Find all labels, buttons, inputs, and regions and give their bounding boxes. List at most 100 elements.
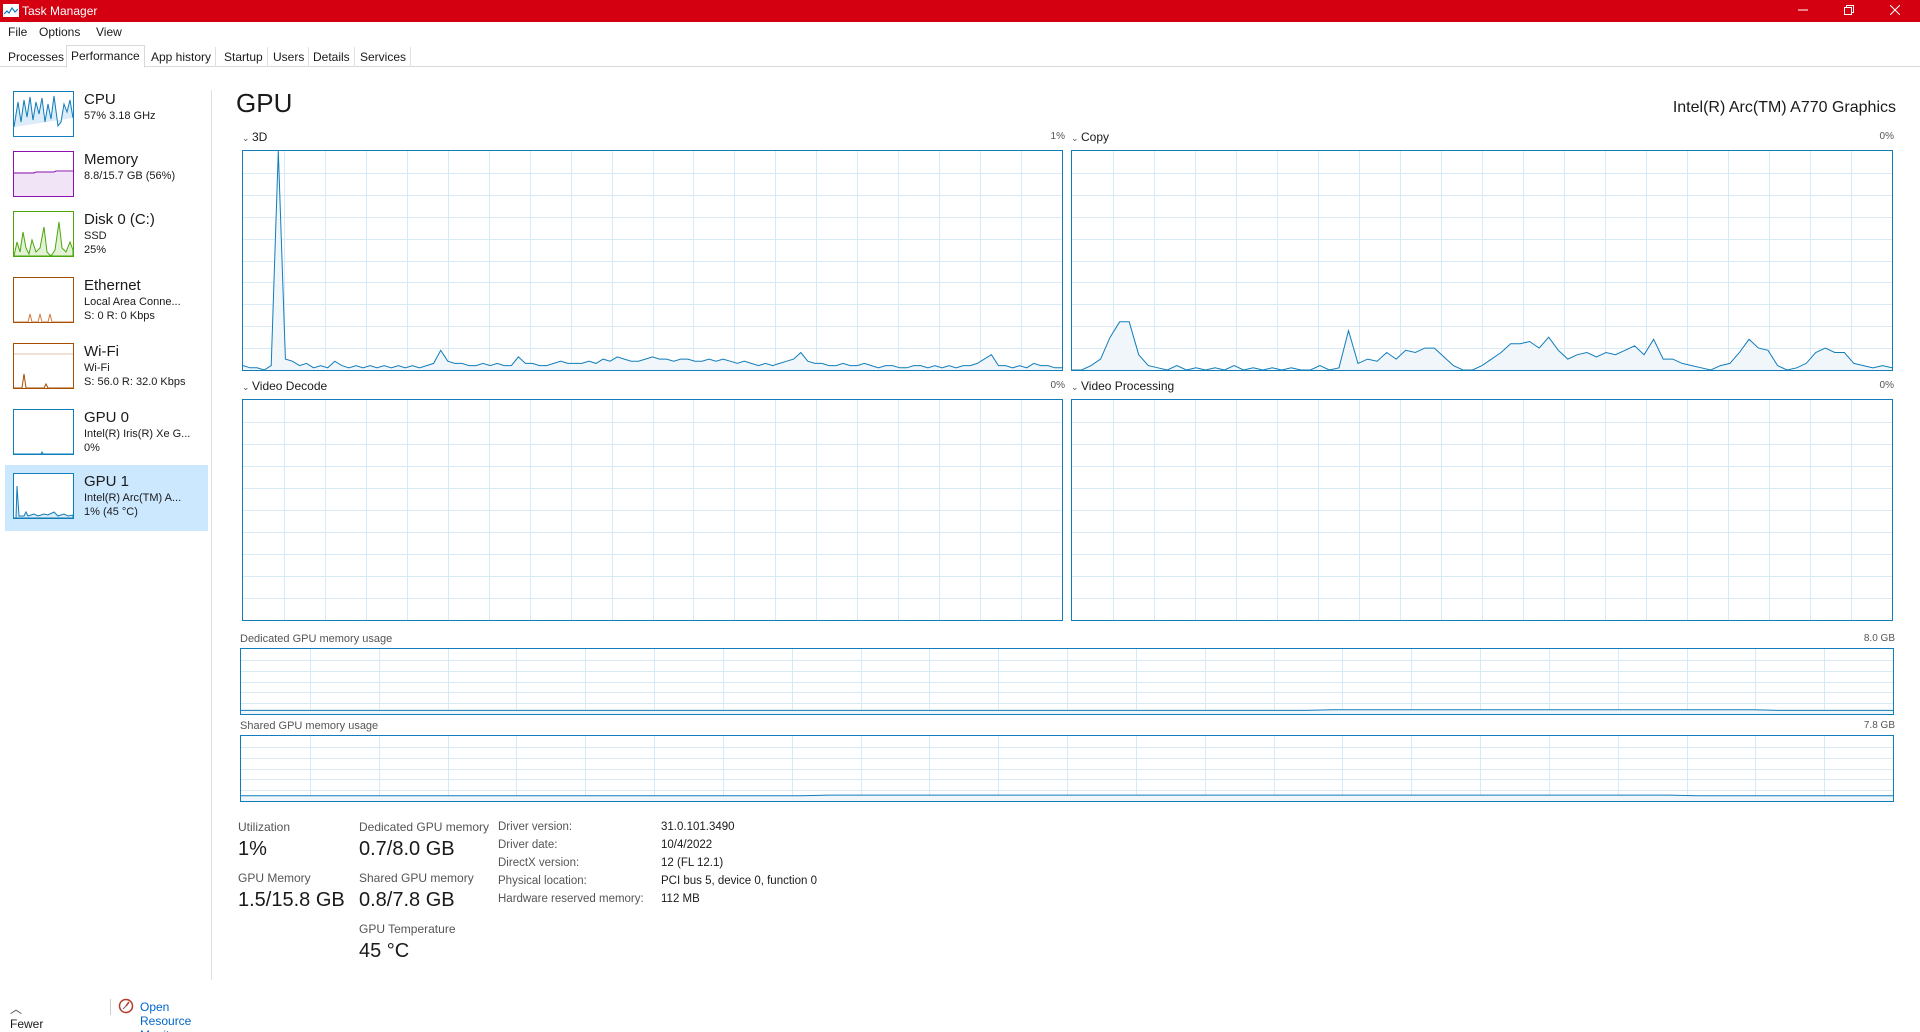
graph-copy (1071, 150, 1893, 371)
fewer-details-label: Fewer details (10, 1017, 45, 1032)
graph-video-decode (242, 399, 1063, 621)
chevron-down-icon: ⌄ (1071, 382, 1079, 392)
engine-selector-video-decode[interactable]: ⌄ Video Decode (242, 379, 327, 393)
graph-grid (241, 649, 1893, 714)
engine-label: Video Processing (1081, 379, 1175, 393)
restore-icon (1844, 5, 1854, 15)
sidebar-item-gpu-0[interactable]: GPU 0 Intel(R) Iris(R) Xe G... 0% (5, 401, 208, 465)
utilization-value: 1% (238, 838, 267, 860)
memory-thumbnail-graph (13, 151, 74, 197)
shared-memory-label: Shared GPU memory usage (240, 720, 379, 732)
sidebar-item-detail: 1% (45 °C) (84, 506, 138, 518)
engine-percent: 0% (1050, 380, 1065, 391)
engine-label: Copy (1081, 130, 1110, 144)
open-resource-monitor-link[interactable]: Open Resource Monitor (140, 1000, 191, 1032)
tab-strip: Processes Performance App history Startu… (0, 45, 1920, 68)
sidebar-item-detail: 25% (84, 244, 107, 256)
tab-performance[interactable]: Performance (66, 45, 145, 68)
engine-percent: 1% (1050, 131, 1065, 142)
sidebar-item-detail: Wi-Fi (84, 362, 110, 374)
tab-processes[interactable]: Processes (4, 47, 70, 67)
info-key: Hardware reserved memory: (498, 893, 644, 905)
graph-grid (1072, 151, 1892, 370)
graph-shared-memory (240, 735, 1894, 802)
dedicated-memory-stat-value: 0.7/8.0 GB (359, 838, 455, 860)
minimize-button[interactable] (1780, 0, 1826, 22)
sidebar-item-detail: 8.8/15.7 GB (56%) (84, 170, 176, 182)
info-key: DirectX version: (498, 857, 580, 869)
sidebar-item-disk[interactable]: Disk 0 (C:) SSD 25% (5, 203, 208, 267)
tab-app-history[interactable]: App history (147, 47, 217, 67)
task-manager-app-icon (3, 4, 19, 17)
dedicated-memory-max: 8.0 GB (1863, 633, 1895, 644)
sidebar-item-detail: S: 56.0 R: 32.0 Kbps (84, 376, 186, 388)
graph-grid (1072, 400, 1892, 620)
dedicated-memory-label: Dedicated GPU memory usage (240, 633, 393, 645)
tab-services[interactable]: Services (356, 47, 412, 67)
sidebar-item-name: GPU 0 (84, 409, 130, 426)
gpu-temperature-value: 45 °C (359, 940, 410, 962)
engine-selector-video-processing[interactable]: ⌄ Video Processing (1071, 379, 1174, 393)
dedicated-memory-stat-label: Dedicated GPU memory (359, 820, 490, 834)
chevron-down-icon: ⌄ (242, 382, 250, 392)
tab-users[interactable]: Users (269, 47, 310, 67)
cpu-thumbnail-graph (13, 91, 74, 137)
graph-dedicated-memory (240, 648, 1894, 715)
restore-button[interactable] (1826, 0, 1872, 22)
info-key: Driver version: (498, 821, 573, 833)
title-bar: Task Manager (0, 0, 1920, 22)
sidebar-item-name: Wi-Fi (84, 343, 119, 360)
engine-label: 3D (252, 130, 268, 144)
graph-video-processing (1071, 399, 1893, 621)
info-value: 12 (FL 12.1) (661, 857, 724, 869)
footer-separator (110, 999, 111, 1015)
graph-grid (243, 400, 1062, 620)
sidebar-divider (211, 90, 212, 980)
gpu-memory-label: GPU Memory (238, 871, 311, 885)
sidebar-item-ethernet[interactable]: Ethernet Local Area Conne... S: 0 R: 0 K… (5, 269, 208, 333)
tab-details[interactable]: Details (309, 47, 355, 67)
fewer-details-button[interactable]: ︿Fewer details (10, 1000, 45, 1032)
window-title: Task Manager (22, 4, 98, 18)
resource-monitor-icon (118, 998, 134, 1014)
menu-options[interactable]: Options (39, 25, 80, 39)
sidebar-item-name: Memory (84, 151, 139, 168)
tab-startup[interactable]: Startup (220, 47, 268, 67)
sidebar-item-name: CPU (84, 91, 116, 108)
sidebar-item-detail: Intel(R) Iris(R) Xe G... (84, 428, 191, 440)
sidebar-item-cpu[interactable]: CPU 57% 3.18 GHz (5, 83, 208, 147)
menu-file[interactable]: File (8, 25, 27, 39)
wifi-thumbnail-graph (13, 343, 74, 389)
minimize-icon (1798, 9, 1808, 11)
gpu-temperature-label: GPU Temperature (359, 922, 456, 936)
menu-view[interactable]: View (96, 25, 122, 39)
sidebar-item-wifi[interactable]: Wi-Fi Wi-Fi S: 56.0 R: 32.0 Kbps (5, 335, 208, 399)
shared-memory-stat-value: 0.8/7.8 GB (359, 889, 455, 911)
sidebar-item-detail: Local Area Conne... (84, 296, 181, 308)
info-value: 31.0.101.3490 (661, 821, 735, 833)
gpu0-thumbnail-graph (13, 409, 74, 455)
sidebar-item-detail: 0% (84, 442, 100, 454)
sidebar-item-gpu-1[interactable]: GPU 1 Intel(R) Arc(TM) A... 1% (45 °C) (5, 465, 208, 531)
info-value: 112 MB (661, 893, 700, 905)
info-key: Driver date: (498, 839, 558, 851)
info-value: PCI bus 5, device 0, function 0 (661, 875, 817, 887)
sidebar-item-name: Ethernet (84, 277, 141, 294)
engine-label: Video Decode (252, 379, 328, 393)
close-button[interactable] (1872, 0, 1918, 22)
page-title: GPU (236, 88, 293, 118)
sidebar-item-detail: SSD (84, 230, 107, 242)
sidebar-item-memory[interactable]: Memory 8.8/15.7 GB (56%) (5, 143, 208, 207)
engine-percent: 0% (1879, 380, 1894, 391)
sidebar-item-name: Disk 0 (C:) (84, 211, 155, 228)
sidebar-item-detail: S: 0 R: 0 Kbps (84, 310, 155, 322)
graph-3d (242, 150, 1063, 371)
engine-selector-3d[interactable]: ⌄ 3D (242, 130, 267, 144)
sidebar-item-detail: 57% 3.18 GHz (84, 110, 156, 122)
info-key: Physical location: (498, 875, 587, 887)
engine-percent: 0% (1879, 131, 1894, 142)
engine-selector-copy[interactable]: ⌄ Copy (1071, 130, 1109, 144)
chevron-down-icon: ⌄ (242, 133, 250, 143)
task-manager-window: Task Manager File Options View Processes… (0, 0, 1920, 1032)
sidebar-item-detail: Intel(R) Arc(TM) A... (84, 492, 182, 504)
